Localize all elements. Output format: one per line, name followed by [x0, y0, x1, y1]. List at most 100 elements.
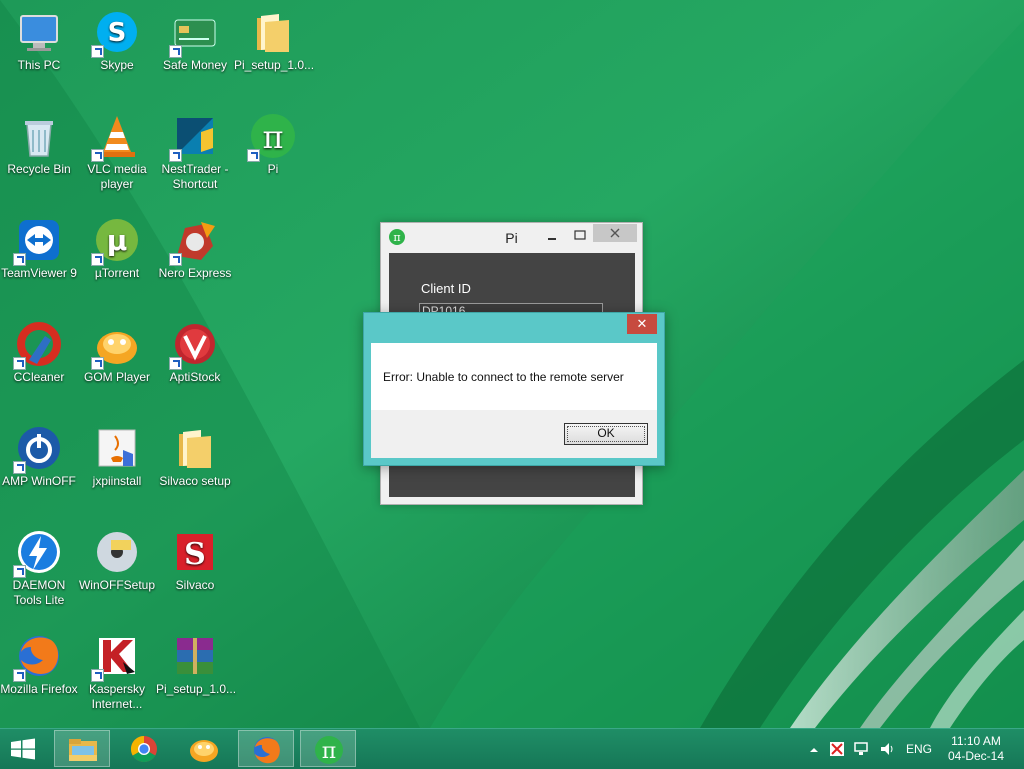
svg-text:S: S — [108, 18, 127, 48]
desktop-icon-ccleaner[interactable]: CCleaner — [0, 320, 78, 385]
desktop-icon-jxpiinstall[interactable]: jxpiinstall — [78, 424, 156, 489]
windows-start-icon[interactable] — [8, 737, 38, 761]
pi-icon: π — [247, 112, 297, 162]
dialog-close-button[interactable]: ✕ — [627, 314, 657, 334]
speaker-volume-icon[interactable] — [878, 740, 896, 758]
dialog-content: Error: Unable to connect to the remote s… — [371, 343, 657, 410]
desktop-icon-silvaco-setup[interactable]: Silvaco setup — [156, 424, 234, 489]
desktop-icon-label: µTorrent — [94, 266, 140, 280]
folder-icon — [171, 424, 219, 472]
taskbar-file-explorer[interactable] — [54, 730, 110, 767]
shortcut-arrow-icon — [247, 149, 260, 162]
desktop-icon-µtorrent[interactable]: µ µTorrent — [78, 216, 156, 281]
desktop-icon-label: AptiStock — [169, 370, 221, 384]
desktop-icon-label: jxpiinstall — [92, 474, 142, 488]
taskbar-pi[interactable]: π — [300, 730, 356, 767]
pi-window-titlebar[interactable]: π Pi — [381, 223, 642, 251]
desktop-icon-label: Kaspersky Internet... — [88, 682, 146, 711]
clock[interactable]: 11:10 AM 04-Dec-14 — [936, 734, 1016, 764]
shortcut-arrow-icon — [169, 45, 182, 58]
desktop-icon-label: Skype — [100, 58, 134, 72]
desktop-icon-pi[interactable]: π Pi — [234, 112, 312, 177]
desktop-icon-nero-express[interactable]: Nero Express — [156, 216, 234, 281]
desktop-icon-silvaco[interactable]: S Silvaco — [156, 528, 234, 593]
silvaco-icon: S — [171, 528, 219, 576]
pi-icon: π — [315, 736, 343, 764]
clock-time: 11:10 AM — [951, 734, 1001, 748]
desktop-icon-skype[interactable]: S Skype — [78, 8, 156, 73]
client-id-label: Client ID — [421, 281, 471, 296]
ccleaner-icon — [13, 320, 63, 370]
svg-text:π: π — [262, 118, 283, 156]
file-explorer-icon — [69, 739, 97, 761]
nesttrader-icon — [169, 112, 219, 162]
desktop-icon-label: WinOFFSetup — [78, 578, 156, 592]
desktop-icon-label: Safe Money — [162, 58, 228, 72]
shortcut-arrow-icon — [13, 357, 26, 370]
desktop-icon-label: Pi_setup_1.0... — [156, 682, 237, 696]
shortcut-arrow-icon — [169, 357, 182, 370]
desktop-icon-safe-money[interactable]: Safe Money — [156, 8, 234, 73]
recycle-bin-icon — [15, 112, 63, 160]
shortcut-arrow-icon — [91, 45, 104, 58]
clock-date: 04-Dec-14 — [947, 749, 1005, 763]
desktop-icon-pi-setup-1-0[interactable]: Pi_setup_1.0... — [234, 8, 315, 73]
language-indicator[interactable]: ENG — [906, 742, 932, 756]
desktop-icon-nesttrader-shortcut[interactable]: NestTrader - Shortcut — [156, 112, 234, 192]
taskbar-gom-player[interactable] — [176, 730, 232, 767]
desktop-icon-daemon-tools-lite[interactable]: DAEMON Tools Lite — [0, 528, 78, 608]
gom-player-icon — [190, 740, 218, 762]
taskbar: π ENG 11:10 AM 04-Dec-14 — [0, 728, 1024, 769]
kaspersky-icon — [91, 632, 141, 682]
nero-icon — [169, 216, 219, 266]
skype-icon: S — [91, 8, 141, 58]
maximize-icon[interactable] — [567, 227, 593, 245]
desktop-icon-kaspersky-internet[interactable]: Kaspersky Internet... — [78, 632, 156, 712]
minimize-icon[interactable] — [539, 227, 565, 245]
desktop-icon-pi-setup-1-0[interactable]: Pi_setup_1.0... — [156, 632, 237, 697]
desktop-icon-label: This PC — [17, 58, 61, 72]
desktop-icon-gom-player[interactable]: GOM Player — [78, 320, 156, 385]
show-hidden-icons-icon[interactable] — [808, 744, 820, 756]
desktop-icon-winoffsetup[interactable]: WinOFFSetup — [78, 528, 156, 593]
shortcut-arrow-icon — [13, 253, 26, 266]
desktop-icon-label: Mozilla Firefox — [0, 682, 78, 696]
desktop-icon-label: DAEMON Tools Lite — [12, 578, 66, 607]
power-icon — [13, 424, 63, 474]
folder-icon — [249, 8, 297, 56]
desktop-icon-this-pc[interactable]: This PC — [0, 8, 78, 73]
desktop-icon-teamviewer-9[interactable]: TeamViewer 9 — [0, 216, 78, 281]
desktop-icon-label: NestTrader - Shortcut — [161, 162, 229, 191]
network-icon[interactable] — [852, 740, 870, 758]
desktop-icon-label: Pi_setup_1.0... — [234, 58, 315, 72]
shortcut-arrow-icon — [91, 149, 104, 162]
taskbar-chrome[interactable] — [116, 730, 172, 767]
taskbar-firefox[interactable] — [238, 730, 294, 767]
credit-card-icon — [169, 8, 219, 58]
svg-text:µ: µ — [107, 224, 128, 257]
action-center-flag-icon[interactable] — [828, 740, 846, 758]
close-icon[interactable] — [593, 224, 637, 242]
chrome-icon — [130, 735, 157, 763]
utorrent-icon: µ — [91, 216, 141, 266]
winrar-icon — [171, 632, 219, 680]
firefox-icon — [254, 737, 280, 764]
dialog-footer: OK — [371, 410, 657, 458]
daemon-tools-icon — [13, 528, 63, 578]
desktop-icon-recycle-bin[interactable]: Recycle Bin — [0, 112, 78, 177]
shortcut-arrow-icon — [91, 357, 104, 370]
error-dialog[interactable]: ✕ Error: Unable to connect to the remote… — [363, 312, 665, 466]
svg-text:S: S — [184, 537, 206, 572]
system-tray: ENG — [800, 729, 932, 769]
desktop-icon-amp-winoff[interactable]: AMP WinOFF — [0, 424, 78, 489]
ok-button[interactable]: OK — [564, 423, 648, 445]
firefox-icon — [13, 632, 63, 682]
gom-player-icon — [91, 320, 141, 370]
desktop-icon-mozilla-firefox[interactable]: Mozilla Firefox — [0, 632, 78, 697]
desktop-icon-vlc-media-player[interactable]: VLC media player — [78, 112, 156, 192]
desktop-icon-label: Nero Express — [158, 266, 232, 280]
shortcut-arrow-icon — [91, 669, 104, 682]
aptistock-icon — [169, 320, 219, 370]
desktop-icon-label: GOM Player — [83, 370, 150, 384]
desktop-icon-aptistock[interactable]: AptiStock — [156, 320, 234, 385]
